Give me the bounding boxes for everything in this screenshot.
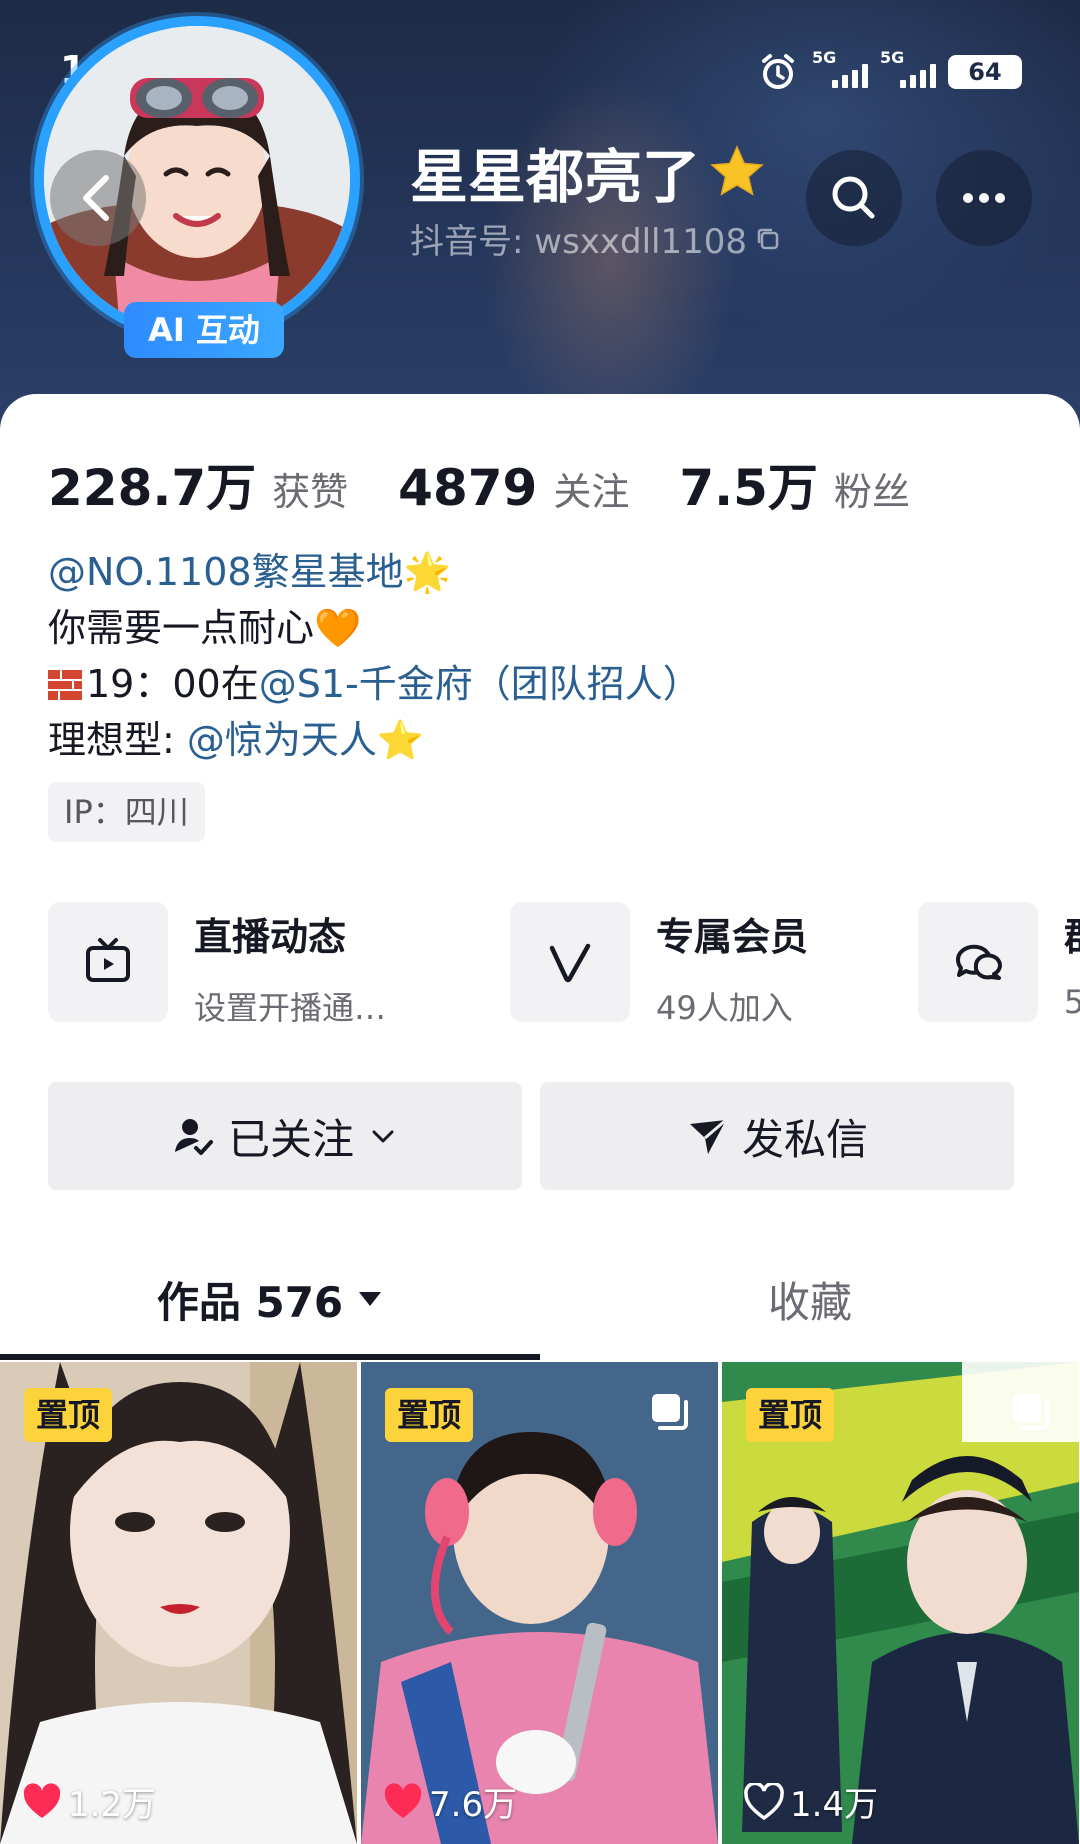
tab-favorites[interactable]: 收藏 [540,1244,1080,1354]
chevron-down-icon [372,1130,394,1143]
tab-label: 作品 576 [156,1277,344,1327]
heart-icon [23,1782,61,1818]
cellular-signal-icon: 5G [812,48,868,92]
search-button[interactable] [806,150,902,246]
feature-icon-box [918,902,1038,1022]
follow-label: 已关注 [227,1114,354,1164]
bio-text: 理想型: [48,718,187,762]
user-check-icon [174,1119,213,1155]
stat-followers[interactable]: 7.5万 粉丝 [679,448,910,520]
ip-location-tag: IP：四川 [48,782,205,842]
stat-value: 7.5万 [679,459,818,517]
status-indicators: 5G 5G 64 [758,48,1022,92]
chevron-left-icon [83,175,109,221]
video-thumbnail[interactable]: 置顶 1.2万 [0,1362,357,1844]
multi-image-icon [652,1394,688,1430]
battery-indicator: 64 [948,55,1022,89]
search-icon [832,176,875,219]
glowing-star-emoji: 🌟 [403,550,451,594]
multi-image-icon [1013,1394,1049,1430]
feature-subtitle: 设置开播通… [194,989,387,1026]
stat-value: 228.7万 [48,459,257,517]
profile-header: 12:12 微 支 5G 5G 64 [0,0,1080,430]
feature-entries: 直播动态 设置开播通… 专属会员 49人加入 5 [48,902,1080,1026]
stat-label: 关注 [553,470,630,514]
pinned-badge: 置顶 [385,1388,474,1442]
feature-icon-box [510,902,630,1022]
active-tab-indicator [0,1354,540,1360]
stat-likes[interactable]: 228.7万 获赞 [48,448,348,520]
send-message-button[interactable]: 发私信 [540,1082,1014,1190]
send-arrow-icon [689,1118,727,1154]
profile-nickname: 星星都亮了 [410,130,768,214]
bio-line: 19：00在@S1-千金府（团队招人） [48,656,701,712]
feature-subtitle: 5 [1064,983,1080,1021]
profile-card: 228.7万 获赞 4879 关注 7.5万 粉丝 @NO.1108繁星基地🌟 … [0,394,1080,1844]
message-label: 发私信 [741,1114,868,1164]
vip-v-icon [549,943,591,983]
video-thumbnail[interactable]: 置顶 1.4万 [722,1362,1079,1844]
feature-title: 专属会员 [656,915,809,959]
video-grid: 置顶 1.2万 置顶 7.6万 置顶 1.4万 [0,1362,1080,1844]
stat-following[interactable]: 4879 关注 [398,459,629,517]
star-emoji-icon [710,145,764,196]
feature-group-chat[interactable]: 群 5 [918,902,1080,1026]
feature-title: 直播动态 [194,915,347,959]
caret-down-icon [359,1292,382,1306]
feature-live-updates[interactable]: 直播动态 设置开播通… [48,902,386,1026]
bio-mention-link[interactable]: @NO.1108繁星基地 [48,550,404,594]
bio-text: 19：00在 [86,662,259,706]
group-chat-icon [955,944,1002,980]
stat-label: 获赞 [272,470,349,514]
profile-bio: @NO.1108繁星基地🌟 你需要一点耐心🧡 19：00在@S1-千金府（团队招… [48,544,701,768]
stat-value: 4879 [398,459,538,517]
back-button[interactable] [50,150,146,246]
video-likes: 7.6万 [383,1777,517,1826]
bio-text: 你需要一点耐心 [48,606,315,650]
feature-icon-box [48,902,168,1022]
cellular-signal-icon: 5G [880,48,936,92]
orange-heart-emoji: 🧡 [314,606,362,650]
tab-label: 收藏 [767,1277,852,1327]
bio-line: 你需要一点耐心🧡 [48,600,701,656]
tv-icon [86,938,130,982]
profile-page: 12:12 微 支 5G 5G 64 [0,0,1080,1844]
nickname-text: 星星都亮了 [410,143,701,211]
likes-count: 1.2万 [68,1785,157,1825]
heart-icon [384,1782,422,1818]
ai-interaction-badge[interactable]: AI 互动 [124,302,284,358]
feature-subtitle: 49人加入 [656,989,793,1026]
profile-stats: 228.7万 获赞 4879 关注 7.5万 粉丝 [48,448,960,520]
more-options-button[interactable] [936,150,1032,246]
bio-line: @NO.1108繁星基地🌟 [48,544,701,600]
pinned-badge: 置顶 [24,1388,113,1442]
feature-vip-membership[interactable]: 专属会员 49人加入 [510,902,808,1026]
feature-title: 群 [1064,906,1080,961]
douyin-id-text: 抖音号: wsxxdll1108 [410,222,748,262]
followed-button[interactable]: 已关注 [48,1082,522,1190]
tab-works[interactable]: 作品 576 [0,1244,540,1354]
douyin-id[interactable]: 抖音号: wsxxdll1108 [410,214,783,263]
heart-outline-icon [744,1782,784,1820]
likes-count: 7.6万 [429,1785,518,1825]
pinned-badge: 置顶 [746,1388,835,1442]
brick-emoji-icon [48,670,82,700]
video-thumbnail[interactable]: 置顶 7.6万 [361,1362,718,1844]
alarm-icon [762,54,794,89]
content-tabs: 作品 576 收藏 [0,1244,1080,1360]
video-likes: 1.4万 [744,1777,878,1826]
stat-label: 粉丝 [833,470,910,514]
star-emoji: ⭐ [376,718,425,762]
more-dots-icon [963,193,1005,203]
likes-count: 1.4万 [790,1785,879,1825]
copy-icon[interactable] [753,224,783,254]
bio-mention-link[interactable]: @S1-千金府（团队招人） [259,662,701,706]
bio-mention-link[interactable]: @惊为天人 [187,718,377,762]
video-likes: 1.2万 [22,1777,156,1826]
bio-line: 理想型: @惊为天人⭐ [48,712,701,768]
